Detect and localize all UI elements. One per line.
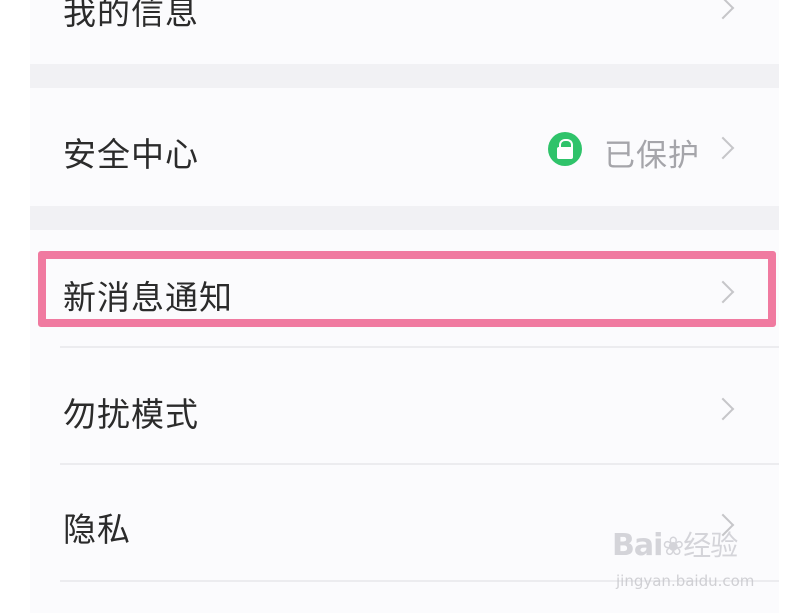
group-separator <box>30 64 779 88</box>
settings-row-my-info[interactable]: 我的信息 <box>30 0 779 64</box>
settings-row-do-not-disturb-label: 勿扰模式 <box>63 395 199 434</box>
lock-icon <box>548 132 582 166</box>
watermark-brand: Bai <box>612 528 663 563</box>
group-separator <box>30 206 779 230</box>
paw-icon: ❀ <box>662 532 684 562</box>
settings-row-my-info-label: 我的信息 <box>63 0 199 32</box>
chevron-right-icon <box>711 136 735 160</box>
settings-row-security-center[interactable]: 安全中心 已保护 <box>30 88 779 206</box>
settings-row-do-not-disturb[interactable]: 勿扰模式 <box>30 348 779 463</box>
chevron-right-icon <box>711 0 735 20</box>
chevron-right-icon <box>711 397 735 421</box>
watermark-brand-suffix: 经验 <box>683 529 738 562</box>
security-status-text: 已保护 <box>604 138 700 174</box>
watermark: Bai❀经验 jingyan.baidu.com <box>612 524 762 594</box>
settings-row-security-center-label: 安全中心 <box>63 135 199 174</box>
highlight-annotation-box <box>38 251 776 327</box>
watermark-url: jingyan.baidu.com <box>616 572 755 590</box>
settings-screen: 我的信息 安全中心 已保护 新消息通知 勿扰模式 隐私 Bai❀经验 jingy… <box>0 0 799 613</box>
settings-row-privacy-label: 隐私 <box>63 510 131 549</box>
watermark-logo: Bai❀经验 <box>612 524 738 564</box>
